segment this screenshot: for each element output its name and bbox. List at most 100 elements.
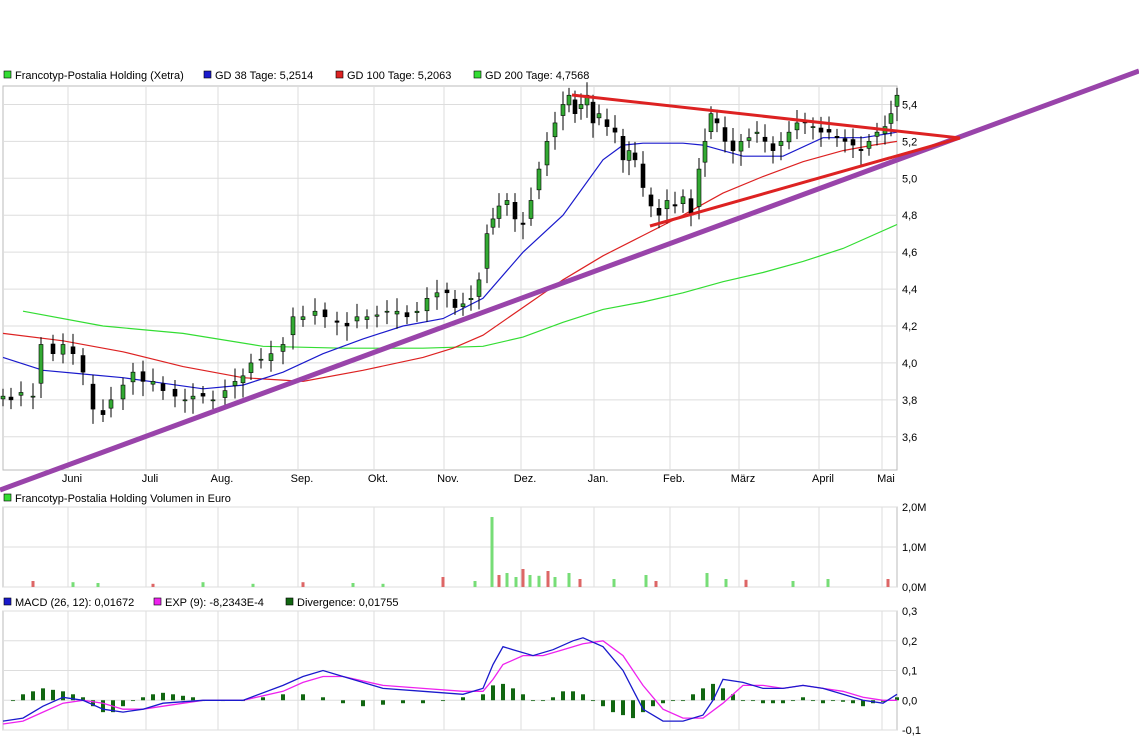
candle-body [850,139,856,146]
candle-body [810,126,816,128]
candle-body [786,131,792,143]
candle-body [680,196,686,204]
divergence-bar [841,700,845,702]
macd-ytick-label: 0,2 [902,636,917,648]
divergence-bar [571,691,575,701]
legend-icon-macd [3,597,12,606]
candle-body [434,292,440,298]
candle-body [572,99,578,114]
divergence-bar [261,697,265,701]
legend-label-gd38: GD 38 Tage: 5,2514 [215,70,313,82]
month-label: Juni [62,473,82,485]
divergence-bar [661,700,665,704]
divergence-bar [41,688,45,701]
legend-icon-volume [3,493,12,502]
volume-bar [612,579,616,587]
candle-body [50,343,56,354]
volume-bar [546,571,550,587]
candle-body [664,200,670,210]
candle-body [460,303,466,307]
candle-body [504,200,510,205]
macd-panel: -0,1 0,0 0,1 0,2 0,3 [2,606,921,737]
legend-icon-price [3,70,12,79]
price-ytick-label: 5,4 [902,99,917,111]
candle-body [672,204,678,207]
divergence-bar [801,697,805,701]
price-frame [2,85,898,471]
candle-body [708,113,714,132]
candle-body [18,392,24,396]
divergence-bar [811,700,815,702]
price-ytick-label: 4,4 [902,284,917,296]
candle-body [746,137,752,141]
candle-body [778,141,784,146]
candle-body [150,381,156,385]
candle-body [130,371,136,383]
volume-bar [521,569,525,587]
volume-bar [705,573,709,587]
candle-body [290,316,296,336]
divergence-bar [681,700,685,702]
volume-bar [505,573,509,587]
volume-ytick-label: 1,0M [902,542,926,554]
candle-body [160,383,166,391]
macd-ytick-label: 0,1 [902,666,917,678]
divergence-bar [831,700,835,702]
legend-label-exp: EXP (9): -8,2343E-4 [165,597,264,609]
volume-bar [490,517,494,587]
divergence-bar [341,700,345,704]
month-label: Okt. [368,473,388,485]
candle-body [528,200,534,219]
volume-bar [578,579,582,587]
candle-body [0,395,6,400]
candle-body [762,136,768,142]
candle-body [858,148,864,151]
volume-bar [724,579,728,587]
candle-body [414,310,420,313]
candle-body [552,122,558,138]
month-label: Juli [142,473,159,485]
macd-ytick-label: 0,0 [902,695,917,707]
volume-bar [497,575,501,587]
candle-body [632,152,638,161]
divergence-bar [761,700,765,704]
candle-body [90,383,96,410]
volume-bar [537,575,541,587]
candle-body [696,168,702,207]
divergence-bar [131,700,135,702]
volume-bar [567,573,571,587]
candle-body [232,381,238,386]
candle-body [612,127,618,133]
divergence-bar [141,697,145,701]
month-label: Mai [877,473,895,485]
candle-body [120,384,126,400]
divergence-bar [491,685,495,701]
candle-body [172,388,178,397]
macd-ytick-label: -0,1 [902,725,921,737]
candle-body [344,322,350,327]
candle-body [322,309,328,318]
candle-body [544,141,550,166]
divergence-bar [631,700,635,719]
legend-icon-divergence [285,597,294,606]
candle-body [80,355,86,373]
candle-body [140,371,146,382]
candle-body [702,141,708,163]
candle-body [210,399,216,402]
divergence-bar [151,694,155,701]
legend-label-divergence: Divergence: 0,01755 [297,597,399,609]
candle-body [640,163,646,188]
month-label: Feb. [663,473,685,485]
legend-icon-gd100 [335,70,344,79]
candle-body [60,344,66,355]
candle-body [222,390,228,398]
candle-body [476,279,482,297]
candle-body [730,140,736,151]
candle-body [38,344,44,384]
legend-icon-exp [153,597,162,606]
legend-label-volume: Francotyp-Postalia Holding Volumen in Eu… [15,493,231,505]
candle-body [384,310,390,313]
candle-body [354,316,360,322]
price-ytick-label: 3,6 [902,432,917,444]
divergence-bar [101,700,105,713]
